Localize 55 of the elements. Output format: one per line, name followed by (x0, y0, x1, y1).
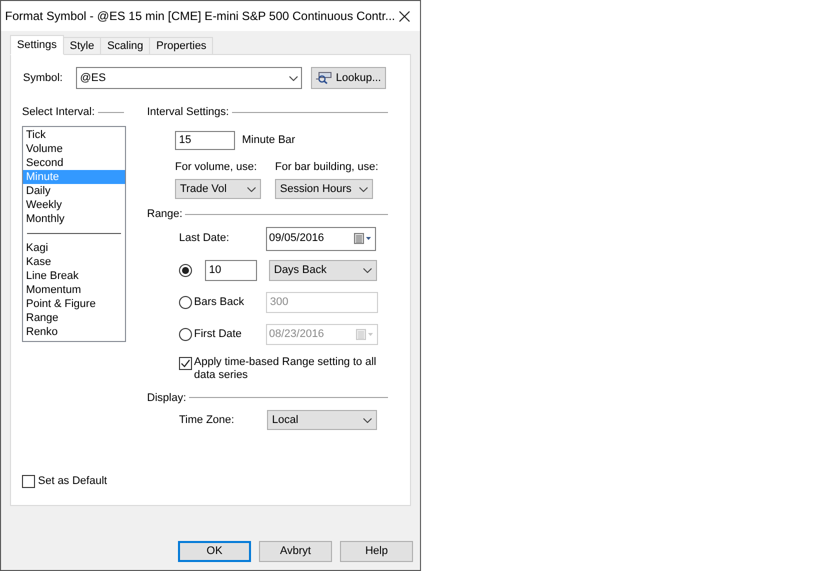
list-item[interactable]: Second (23, 156, 125, 170)
checkbox-label: Set as Default (38, 474, 108, 489)
bar-size-field[interactable]: 15 (175, 130, 235, 150)
radio-button[interactable] (179, 264, 192, 276)
section-label: Interval Settings: (147, 105, 229, 120)
chevron-down-icon (359, 186, 368, 192)
field-label: Time Zone: (179, 412, 236, 428)
section-label: Range: (147, 207, 182, 222)
checkbox-label: Apply time-based Range setting to all data series (194, 356, 378, 382)
window-title: Format Symbol - @ES 15 min [CME] E-mini S&P 500 Continuous Contr... (5, 8, 396, 25)
chevron-down-icon (247, 186, 256, 192)
magnifier-icon (316, 72, 332, 84)
list-item[interactable]: Renko (23, 324, 125, 338)
lookup-button[interactable]: Lookup... (311, 67, 386, 89)
count-field[interactable]: 10 (205, 260, 257, 280)
volume-dropdown[interactable]: Trade Vol (175, 179, 261, 199)
dialog-button[interactable]: OK (178, 541, 251, 562)
list-item[interactable]: Kagi (23, 240, 125, 254)
radio-label: First Date (194, 326, 243, 342)
section-label: Display: (147, 390, 186, 406)
checkbox[interactable] (179, 356, 192, 370)
dialog-button[interactable]: Avbryt (259, 541, 332, 562)
dialog-button[interactable]: Help (340, 541, 413, 562)
checkbox[interactable] (22, 474, 35, 488)
list-item[interactable]: Kase (23, 254, 125, 268)
symbol-combo-box[interactable]: @ES (76, 67, 302, 89)
calendar-icon[interactable] (354, 233, 372, 244)
field-label: Minute Bar (242, 132, 296, 148)
list-item[interactable]: Line Break (23, 268, 125, 282)
tab[interactable]: Properties (149, 37, 214, 54)
chevron-down-icon (289, 76, 298, 80)
time-zone-dropdown[interactable]: Local (267, 410, 377, 430)
date-field[interactable]: 09/05/2016 (266, 226, 376, 250)
unit-dropdown[interactable]: Days Back (269, 260, 377, 280)
list-item[interactable]: Tick (23, 128, 125, 142)
field-label: Symbol: (22, 70, 64, 86)
field-label: For volume, use: (175, 160, 258, 174)
list-item[interactable]: Range (23, 310, 125, 324)
tab[interactable]: Scaling (100, 37, 150, 54)
list-item[interactable]: Monthly (23, 212, 125, 226)
section-label: Select Interval: (22, 105, 95, 120)
chevron-down-icon (363, 418, 372, 422)
tab[interactable]: Settings (10, 35, 64, 55)
close-icon[interactable] (399, 10, 410, 22)
list-item[interactable]: Weekly (23, 198, 125, 212)
radio-label: Bars Back (194, 294, 246, 310)
bar-building-dropdown[interactable]: Session Hours (275, 179, 373, 199)
tab[interactable]: Style (62, 37, 102, 54)
list-item[interactable]: Point & Figure (23, 296, 125, 310)
chevron-down-icon (363, 268, 372, 272)
list-item[interactable]: Daily (23, 184, 125, 198)
list-item[interactable]: Momentum (23, 282, 125, 296)
field-label: Last Date: (179, 231, 230, 246)
list-item[interactable]: Volume (23, 142, 125, 156)
field-label: For bar building, use: (275, 160, 378, 174)
